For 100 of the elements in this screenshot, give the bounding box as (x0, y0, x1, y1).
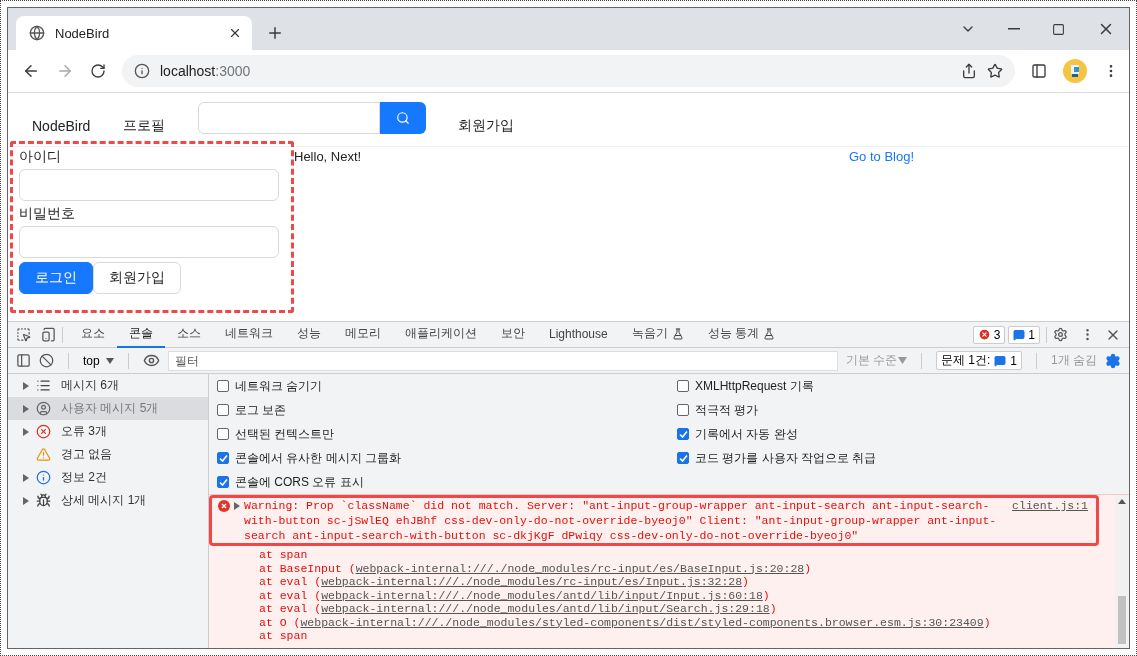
checkbox[interactable] (217, 452, 229, 464)
sidebar-item[interactable]: 정보 2건 (8, 466, 208, 489)
sidebar-item[interactable]: 상세 메시지 1개 (8, 489, 208, 512)
share-button[interactable] (961, 63, 977, 79)
eye-icon (142, 352, 160, 369)
sidebar-item[interactable]: 경고 없음 (8, 443, 208, 466)
search-field[interactable] (198, 101, 381, 134)
search-icon (396, 110, 411, 125)
signup-button[interactable]: 회원가입 (93, 262, 181, 294)
sidebar-item[interactable]: 오류 3개 (8, 420, 208, 443)
clear-console-button[interactable] (39, 353, 54, 368)
context-dropdown[interactable]: top (83, 353, 114, 368)
checkbox[interactable] (677, 428, 689, 440)
settings-button[interactable] (1053, 327, 1068, 342)
devtools-tab[interactable]: 소스 (165, 321, 213, 348)
setting-checkbox[interactable]: 기록에서 자동 완성 (677, 422, 1121, 446)
setting-checkbox[interactable]: 콘솔에서 유사한 메시지 그룹화 (217, 446, 677, 470)
setting-checkbox[interactable]: 로그 보존 (217, 398, 677, 422)
address-bar[interactable]: localhost:3000 (122, 55, 1015, 87)
search-button[interactable] (380, 101, 427, 134)
warning-icon (36, 447, 51, 462)
checkbox[interactable] (677, 404, 689, 416)
info-icon (36, 470, 51, 485)
inspect-element-button[interactable] (16, 327, 31, 342)
setting-checkbox[interactable]: XMLHttpRequest 기록 (677, 374, 1121, 398)
stack-trace-link[interactable]: webpack-internal:///./node_modules/rc-input/es/Input.js:32:28 (321, 575, 743, 588)
close-tab-button[interactable] (228, 26, 242, 40)
filter-field[interactable]: 필터 (167, 350, 838, 371)
url-text: localhost:3000 (160, 63, 252, 79)
password-input-field[interactable] (19, 226, 279, 258)
error-message-text: Warning: Prop `className` did not match. Server: "ant-input-group-wrapper ant-input-search ant-input-search-with-button sc-jSwlEQ ehJBhf css-dev-only-do-not-override-byeoj0" Client: "ant-input-group-wrapper ant-input-search ant-input-search-with-button sc-dkjKgF dPwiqy css-dev-only-do-not-override-byeoj0" (244, 498, 998, 543)
list-icon (36, 378, 51, 393)
error-icon (36, 424, 51, 439)
minimize-button[interactable] (1008, 28, 1020, 30)
devtools-tab[interactable]: 성능 통계 (695, 321, 788, 348)
share-icon (961, 63, 977, 79)
checkbox[interactable] (217, 380, 229, 392)
checkbox[interactable] (677, 452, 689, 464)
devtools-tab[interactable]: 녹음기 (619, 321, 696, 348)
setting-checkbox[interactable]: 콘솔에 CORS 오류 표시 (217, 470, 677, 494)
stack-trace-link[interactable]: webpack-internal:///./node_modules/rc-input/es/BaseInput.js:20:28 (355, 561, 805, 575)
setting-checkbox[interactable]: 코드 평가를 사용자 작업으로 취급 (677, 446, 1121, 470)
login-button[interactable]: 로그인 (19, 262, 93, 294)
devtools-tab[interactable]: 요소 (69, 321, 117, 348)
field-label: 아이디 (19, 148, 62, 166)
clear-icon (39, 353, 54, 368)
bookmark-star-button[interactable] (987, 63, 1003, 79)
blog-link[interactable]: Go to Blog! (849, 149, 915, 164)
devtools-tab[interactable]: Lighthouse (537, 321, 620, 348)
new-tab-button[interactable] (266, 24, 284, 42)
device-toolbar-button[interactable] (41, 327, 56, 342)
browser-tab[interactable]: NodeBird (16, 16, 252, 50)
avatar-icon[interactable] (1063, 59, 1087, 83)
greeting-text: Hello, Next! (294, 149, 362, 164)
stack-trace-link[interactable]: webpack-internal:///./node_modules/styled-components/dist/styled-components.browser.esm.js:30:23409 (300, 615, 984, 629)
devtools-tab[interactable]: 메모리 (333, 321, 393, 348)
nav-menu-item[interactable]: NodeBird (32, 105, 107, 134)
checkbox[interactable] (677, 380, 689, 392)
setting-label: XMLHttpRequest 기록 (695, 377, 814, 395)
devices-icon (41, 327, 56, 342)
devtools-tab[interactable]: 네트워크 (213, 321, 285, 348)
checkbox[interactable] (217, 476, 229, 488)
scrollbar[interactable] (1115, 495, 1129, 648)
forward-arrow-icon (56, 62, 74, 80)
source-link[interactable]: client.js:1 (1012, 498, 1088, 513)
scrollbar-thumb[interactable] (1118, 596, 1126, 644)
devtools-tab[interactable]: 애플리케이션 (393, 321, 489, 348)
back-button[interactable] (22, 62, 40, 80)
nav-menu-item[interactable]: 회원가입 (458, 104, 531, 135)
nav-menu-item[interactable]: 프로필 (123, 104, 182, 135)
setting-checkbox[interactable]: 선택된 컨텍스트만 (217, 422, 677, 446)
devtools-tab[interactable]: 성능 (285, 321, 333, 348)
message-count-button[interactable]: 1 (1008, 325, 1040, 344)
stack-trace-link[interactable]: webpack-internal:///./node_modules/antd/lib/input/Search.js:29:18 (321, 602, 770, 615)
expand-arrow-icon (23, 427, 29, 436)
devtools-tab[interactable]: 보안 (489, 321, 537, 348)
setting-checkbox[interactable]: 적극적 평가 (677, 398, 1121, 422)
minimize-icon (1008, 28, 1020, 30)
caret-icon (897, 357, 907, 364)
setting-label: 선택된 컨텍스트만 (235, 425, 335, 443)
stack-trace-line: at eval (webpack-internal:///./node_modules/antd/lib/input/Search.js:29:18) (259, 602, 778, 616)
expand-arrow-icon[interactable] (234, 502, 240, 510)
error-count-button[interactable]: 3 (972, 325, 1006, 344)
stack-trace-line: at O (webpack-internal:///./node_modules/styled-components/dist/styled-components.browser.esm.js:30:23409) (259, 615, 992, 629)
sidebar-toggle-button[interactable] (16, 353, 31, 368)
setting-checkbox[interactable]: 네트워크 숨기기 (217, 374, 677, 398)
console-settings-button[interactable] (1105, 352, 1121, 369)
reload-icon (90, 63, 106, 79)
checkbox[interactable] (217, 428, 229, 440)
reload-button[interactable] (90, 63, 106, 79)
live-expression-button[interactable] (142, 352, 160, 369)
issues-button[interactable]: 문제 1건: 1 (935, 351, 1022, 370)
sidebar-item[interactable]: 메시지 6개 (8, 374, 208, 397)
id-input-field[interactable] (19, 169, 279, 201)
devtools-tab[interactable]: 콘솔 (117, 321, 165, 348)
scroll-up-arrow-icon[interactable] (1118, 499, 1126, 504)
side-panel-button[interactable] (1031, 63, 1047, 79)
stack-trace-link[interactable]: webpack-internal:///./node_modules/antd/lib/input/Input.js:60:18 (321, 588, 763, 602)
checkbox[interactable] (217, 404, 229, 416)
maximize-button[interactable] (1052, 22, 1065, 36)
